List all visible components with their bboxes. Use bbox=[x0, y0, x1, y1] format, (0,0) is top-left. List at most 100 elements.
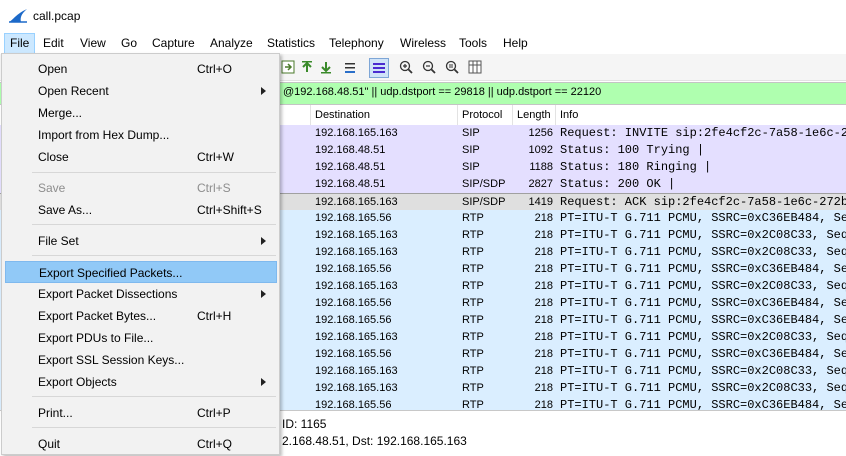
zoom-out-icon[interactable] bbox=[420, 58, 438, 76]
packet-protocol: SIP bbox=[462, 161, 480, 173]
menu-analyze[interactable]: Analyze bbox=[205, 33, 258, 53]
packet-destination: 192.168.165.56 bbox=[315, 314, 392, 326]
column-header-info[interactable]: Info bbox=[556, 105, 846, 125]
packet-protocol: RTP bbox=[462, 365, 484, 377]
packet-destination: 192.168.165.163 bbox=[315, 246, 398, 258]
packet-length: 2827 bbox=[528, 178, 553, 190]
file-menu-item-save-as[interactable]: Save As... Ctrl+Shift+S bbox=[5, 199, 277, 221]
detail-line-ip-src-dst[interactable]: 2.168.48.51, Dst: 192.168.165.163 bbox=[282, 434, 467, 448]
file-menu-item-save: Save Ctrl+S bbox=[5, 177, 277, 199]
packet-protocol: RTP bbox=[462, 348, 484, 360]
packet-protocol: SIP/SDP bbox=[462, 178, 506, 190]
menu-item-label: Save bbox=[38, 181, 66, 195]
menu-item-shortcut: Ctrl+Shift+S bbox=[197, 203, 262, 217]
packet-protocol: RTP bbox=[462, 212, 484, 224]
menu-item-label: Export PDUs to File... bbox=[38, 331, 154, 345]
packet-protocol: RTP bbox=[462, 382, 484, 394]
detail-line-ip-id[interactable]: ID: 1165 bbox=[282, 417, 326, 431]
menu-separator bbox=[32, 427, 276, 428]
menu-separator bbox=[32, 224, 276, 225]
menu-capture[interactable]: Capture bbox=[147, 33, 200, 53]
column-header-destination[interactable]: Destination bbox=[311, 105, 458, 125]
packet-length: 218 bbox=[534, 229, 553, 241]
packet-protocol: RTP bbox=[462, 280, 484, 292]
packet-length: 218 bbox=[534, 399, 553, 410]
title-bar: call.pcap bbox=[0, 0, 846, 33]
column-header-protocol[interactable]: Protocol bbox=[458, 105, 513, 125]
packet-info: PT=ITU-T G.711 PCMU, SSRC=0x2C08C33, Seq… bbox=[560, 330, 846, 344]
menu-item-label: File Set bbox=[38, 234, 79, 248]
menu-item-shortcut: Ctrl+Q bbox=[197, 437, 233, 451]
file-menu-item-open-recent[interactable]: Open Recent bbox=[5, 80, 277, 102]
menu-item-label: Export Packet Bytes... bbox=[38, 309, 157, 323]
packet-info: Request: INVITE sip:2fe4cf2c-7a58-1e6c-2… bbox=[560, 126, 846, 140]
zoom-normal-icon[interactable] bbox=[443, 58, 461, 76]
menu-item-label: Export SSL Session Keys... bbox=[38, 353, 185, 367]
packet-info: PT=ITU-T G.711 PCMU, SSRC=0xC36EB484, Se… bbox=[560, 262, 846, 276]
packet-info: PT=ITU-T G.711 PCMU, SSRC=0xC36EB484, Se… bbox=[560, 313, 846, 327]
packet-length: 1188 bbox=[529, 161, 553, 173]
packet-length: 1419 bbox=[528, 196, 553, 208]
menu-item-label: Open bbox=[38, 62, 68, 76]
file-menu-item-export-ssl-session-keys[interactable]: Export SSL Session Keys... bbox=[5, 349, 277, 371]
packet-length: 218 bbox=[534, 212, 553, 224]
packet-destination: 192.168.165.163 bbox=[315, 196, 398, 208]
menu-tools[interactable]: Tools bbox=[454, 33, 492, 53]
file-menu-item-export-objects[interactable]: Export Objects bbox=[5, 371, 277, 393]
menu-item-label: Print... bbox=[38, 406, 73, 420]
packet-destination: 192.168.165.163 bbox=[315, 127, 398, 139]
packet-protocol: RTP bbox=[462, 331, 484, 343]
menu-file[interactable]: File bbox=[4, 33, 36, 54]
packet-destination: 192.168.165.56 bbox=[315, 212, 392, 224]
file-menu-item-close[interactable]: Close Ctrl+W bbox=[5, 146, 277, 168]
menu-telephony[interactable]: Telephony bbox=[324, 33, 389, 53]
menu-separator bbox=[32, 255, 276, 256]
file-menu-item-quit[interactable]: Quit Ctrl+Q bbox=[5, 433, 277, 455]
menu-wireless[interactable]: Wireless bbox=[395, 33, 451, 53]
resize-columns-icon[interactable] bbox=[466, 58, 484, 76]
file-menu-item-file-set[interactable]: File Set bbox=[5, 230, 277, 252]
zoom-in-icon[interactable] bbox=[397, 58, 415, 76]
file-menu-item-export-pdus-to-file[interactable]: Export PDUs to File... bbox=[5, 327, 277, 349]
packet-info: PT=ITU-T G.711 PCMU, SSRC=0xC36EB484, Se… bbox=[560, 296, 846, 310]
packet-protocol: SIP bbox=[462, 127, 480, 139]
menu-view[interactable]: View bbox=[75, 33, 111, 53]
go-to-packet-icon[interactable] bbox=[279, 58, 297, 76]
file-menu-item-print[interactable]: Print... Ctrl+P bbox=[5, 402, 277, 424]
file-menu-item-export-packet-bytes[interactable]: Export Packet Bytes... Ctrl+H bbox=[5, 305, 277, 327]
packet-protocol: RTP bbox=[462, 314, 484, 326]
display-filter-input[interactable]: @192.168.48.51" || udp.dstport == 29818 … bbox=[283, 86, 601, 98]
packet-destination: 192.168.165.56 bbox=[315, 297, 392, 309]
file-menu-item-export-packet-dissections[interactable]: Export Packet Dissections bbox=[5, 283, 277, 305]
packet-length: 218 bbox=[534, 297, 553, 309]
colorize-icon[interactable] bbox=[369, 58, 389, 78]
go-last-icon[interactable] bbox=[317, 58, 335, 76]
packet-length: 218 bbox=[534, 314, 553, 326]
menu-item-shortcut: Ctrl+S bbox=[197, 181, 231, 195]
packet-destination: 192.168.48.51 bbox=[315, 144, 386, 156]
packet-info: PT=ITU-T G.711 PCMU, SSRC=0xC36EB484, Se… bbox=[560, 211, 846, 225]
file-menu-item-import-from-hex-dump[interactable]: Import from Hex Dump... bbox=[5, 124, 277, 146]
packet-destination: 192.168.165.56 bbox=[315, 263, 392, 275]
autoscroll-icon[interactable] bbox=[341, 58, 359, 76]
menu-help[interactable]: Help bbox=[498, 33, 533, 53]
menu-item-label: Save As... bbox=[38, 203, 93, 217]
column-header-source[interactable] bbox=[282, 105, 311, 125]
packet-destination: 192.168.165.163 bbox=[315, 365, 398, 377]
file-menu-item-merge[interactable]: Merge... bbox=[5, 102, 277, 124]
menu-item-shortcut: Ctrl+P bbox=[197, 406, 231, 420]
go-first-icon[interactable] bbox=[298, 58, 316, 76]
file-menu-item-open[interactable]: Open Ctrl+O bbox=[5, 58, 277, 80]
packet-info: Status: 180 Ringing | bbox=[560, 160, 712, 174]
packet-info: PT=ITU-T G.711 PCMU, SSRC=0xC36EB484, Se… bbox=[560, 398, 846, 410]
menu-separator bbox=[32, 396, 276, 397]
menu-go[interactable]: Go bbox=[116, 33, 142, 53]
packet-length: 218 bbox=[534, 246, 553, 258]
packet-length: 1092 bbox=[528, 144, 553, 156]
packet-info: PT=ITU-T G.711 PCMU, SSRC=0x2C08C33, Seq… bbox=[560, 364, 846, 378]
menu-edit[interactable]: Edit bbox=[38, 33, 69, 53]
packet-info: PT=ITU-T G.711 PCMU, SSRC=0x2C08C33, Seq… bbox=[560, 279, 846, 293]
column-header-length[interactable]: Length bbox=[513, 105, 556, 125]
file-menu-item-export-specified-packets[interactable]: Export Specified Packets... bbox=[5, 261, 277, 283]
menu-statistics[interactable]: Statistics bbox=[262, 33, 320, 53]
